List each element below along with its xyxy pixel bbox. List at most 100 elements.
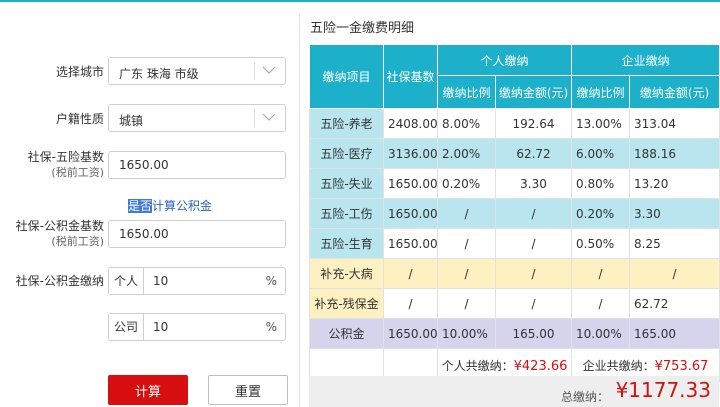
row-personal-rate: / [437, 198, 496, 229]
chevron-down-icon [262, 113, 276, 121]
personal-total-label: 个人共缴纳： [441, 358, 514, 373]
percent-sign: % [265, 320, 277, 334]
table-row: 补充-残保金 / / / / 62.72 [309, 288, 720, 319]
row-name: 五险-工伤 [309, 198, 384, 229]
grand-total-label: 总缴纳： [560, 390, 609, 404]
si-base-label-sub: (税前工资) [51, 166, 104, 179]
row-company-rate: 6.00% [571, 138, 631, 169]
row-personal-rate: 10.00% [437, 318, 496, 349]
row-personal-rate: / [437, 258, 496, 289]
row-company-rate: 0.50% [571, 228, 631, 259]
si-base-label: 社保-五险基数 (税前工资) [28, 150, 104, 180]
col-header-personal: 个人缴纳 [436, 44, 573, 76]
city-select[interactable]: 广东 珠海 市级 [108, 57, 286, 85]
calculator-form: 选择城市 广东 珠海 市级 户籍性质 城镇 社保-五险基数 (税前工资) 是否计… [0, 0, 300, 407]
chevron-down-icon [262, 66, 276, 74]
fund-base-field[interactable] [108, 220, 286, 248]
row-personal-amount: / [494, 198, 573, 229]
row-base: 1650.00 [383, 168, 438, 199]
row-name: 补充-残保金 [309, 288, 384, 319]
panel-divider [299, 14, 300, 407]
personal-total-value: ¥423.66 [513, 358, 568, 374]
row-name: 五险-医疗 [309, 138, 384, 169]
company-total-value: ¥753.67 [654, 358, 709, 374]
city-select-value: 广东 珠海 市级 [119, 67, 199, 81]
fund-pay-label: 社保-公积金缴纳 [15, 274, 104, 288]
table-header-row: 缴纳项目 社保基数 个人缴纳 企业缴纳 [309, 44, 720, 109]
company-rate-field[interactable]: 公司 % [108, 313, 286, 341]
row-company-amount: 188.16 [629, 138, 720, 169]
hukou-select-value: 城镇 [119, 114, 144, 128]
city-label: 选择城市 [55, 65, 104, 79]
row-base: / [383, 288, 438, 319]
company-rate-input[interactable] [143, 314, 255, 340]
row-name: 五险-失业 [309, 168, 384, 199]
percent-sign: % [265, 274, 277, 288]
company-prefix: 公司 [109, 314, 144, 340]
row-company-rate: 13.00% [571, 108, 631, 139]
grand-total-bar: 总缴纳： ¥1177.33 [309, 376, 719, 407]
row-company-amount: 3.30 [629, 198, 720, 229]
row-base: / [383, 258, 438, 289]
table-row: 五险-生育 1650.00 / / 0.50% 8.25 [309, 228, 720, 259]
row-name: 五险-养老 [309, 108, 384, 139]
row-base: 2408.00 [383, 108, 438, 139]
select-divider [254, 109, 255, 127]
col-header-personal-rate: 缴纳比例 [437, 75, 496, 109]
personal-rate-input[interactable] [143, 268, 255, 294]
row-company-amount: 62.72 [629, 288, 720, 319]
hukou-label: 户籍性质 [55, 112, 104, 126]
fund-base-label-sub: (税前工资) [51, 235, 104, 248]
calc-fund-link-text: 计算公积金 [152, 199, 213, 213]
calc-fund-link[interactable]: 是否计算公积金 [128, 197, 212, 214]
row-personal-amount: 3.30 [494, 168, 573, 199]
col-header-company: 企业缴纳 [571, 44, 720, 76]
hukou-select[interactable]: 城镇 [108, 104, 286, 132]
fund-base-input[interactable] [109, 221, 285, 247]
row-name: 五险-生育 [309, 228, 384, 259]
row-personal-amount: / [494, 228, 573, 259]
calculate-button[interactable]: 计算 [108, 375, 188, 405]
si-base-input[interactable] [109, 152, 285, 178]
row-name: 补充-大病 [309, 258, 384, 289]
row-personal-rate: / [437, 288, 496, 319]
calc-fund-link-highlight: 是否 [128, 199, 153, 213]
row-company-amount: / [629, 258, 720, 289]
row-personal-amount: 192.64 [494, 108, 573, 139]
row-base: 1650.00 [383, 228, 438, 259]
row-name: 公积金 [309, 318, 384, 349]
row-personal-amount: / [494, 258, 573, 289]
fund-base-label: 社保-公积金基数 (税前工资) [16, 219, 104, 249]
si-base-label-text: 社保-五险基数 [27, 150, 104, 164]
row-base: 1650.00 [383, 198, 438, 229]
personal-rate-field[interactable]: 个人 % [108, 267, 286, 295]
fee-detail-table: 缴纳项目 社保基数 个人缴纳 企业缴纳 缴纳比例 缴纳金额(元) 缴纳比例 缴纳… [309, 44, 720, 382]
row-personal-amount: / [494, 288, 573, 319]
row-personal-rate: 2.00% [437, 138, 496, 169]
row-company-rate: 10.00% [571, 318, 631, 349]
reset-button[interactable]: 重置 [208, 375, 288, 405]
row-personal-rate: / [437, 228, 496, 259]
col-header-item: 缴纳项目 [309, 44, 384, 109]
row-company-amount: 165.00 [629, 318, 720, 349]
select-divider [254, 62, 255, 80]
table-title: 五险一金缴费明细 [310, 21, 415, 36]
row-company-rate: 0.20% [571, 198, 631, 229]
table-row: 补充-大病 / / / / / [309, 258, 720, 289]
row-company-amount: 313.04 [629, 108, 720, 139]
row-personal-amount: 165.00 [494, 318, 573, 349]
row-company-amount: 13.20 [629, 168, 720, 199]
row-company-rate: 0.80% [571, 168, 631, 199]
row-company-amount: 8.25 [629, 228, 720, 259]
row-personal-amount: 62.72 [494, 138, 573, 169]
grand-total-value: ¥1177.33 [615, 378, 711, 402]
col-header-base: 社保基数 [383, 44, 438, 109]
table-row: 五险-失业 1650.00 0.20% 3.30 0.80% 13.20 [309, 168, 720, 199]
col-header-personal-amount: 缴纳金额(元) [494, 75, 573, 109]
table-row: 公积金 1650.00 10.00% 165.00 10.00% 165.00 [309, 318, 720, 349]
row-base: 1650.00 [383, 318, 438, 349]
col-header-company-amount: 缴纳金额(元) [629, 75, 720, 109]
table-row: 五险-医疗 3136.00 2.00% 62.72 6.00% 188.16 [309, 138, 720, 169]
si-base-field[interactable] [108, 151, 286, 179]
row-personal-rate: 0.20% [437, 168, 496, 199]
